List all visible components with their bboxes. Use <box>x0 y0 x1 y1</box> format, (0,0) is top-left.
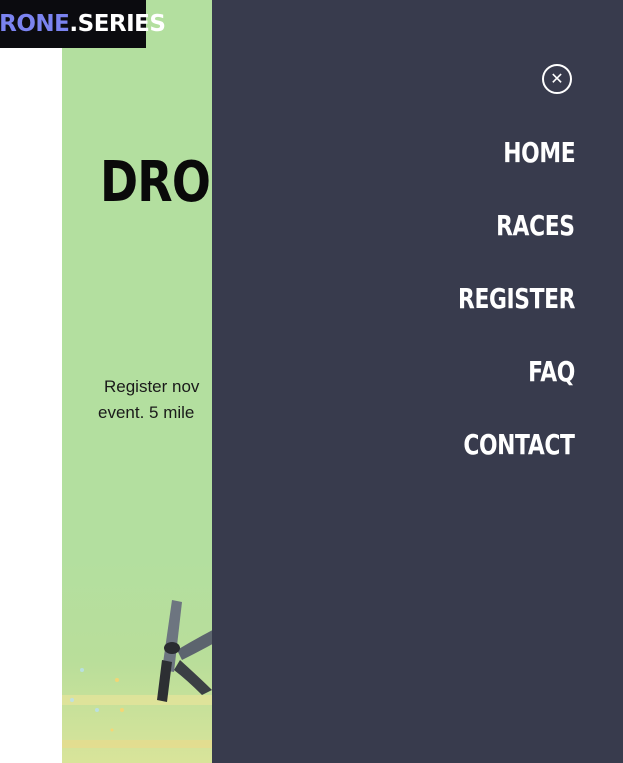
nav-item-races[interactable]: RACES <box>497 209 576 242</box>
logo-brand: DRONE <box>0 11 70 37</box>
nav-item-register[interactable]: REGISTER <box>458 282 575 315</box>
nav-item-faq[interactable]: FAQ <box>528 355 575 388</box>
logo-suffix: SERIES <box>77 11 166 37</box>
close-icon[interactable]: ✕ <box>542 64 572 94</box>
nav-item-contact[interactable]: CONTACT <box>464 428 576 461</box>
nav-drawer: ✕ HOME RACES REGISTER FAQ CONTACT <box>212 0 623 763</box>
site-logo[interactable]: DRONE.SERIES <box>0 0 166 48</box>
logo-dot: . <box>69 11 78 37</box>
nav-item-home[interactable]: HOME <box>503 136 575 169</box>
